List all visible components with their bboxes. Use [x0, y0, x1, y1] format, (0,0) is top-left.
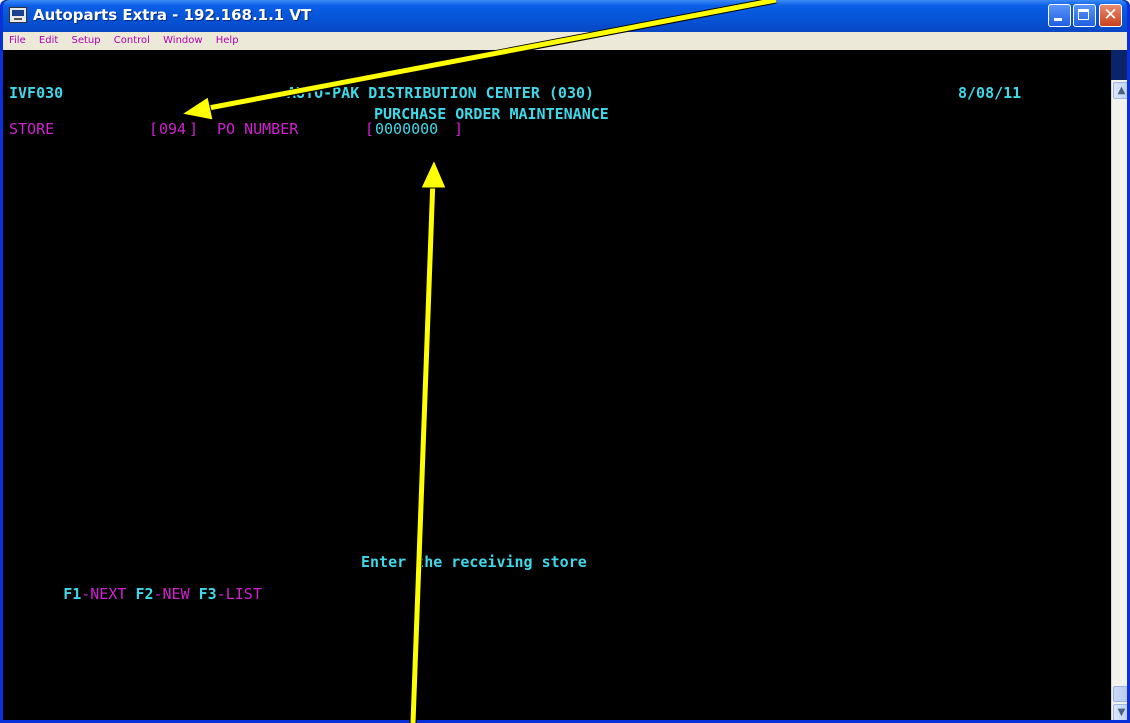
store-field[interactable]: 094 — [159, 122, 186, 137]
screen-title: PURCHASE ORDER MAINTENANCE — [374, 105, 609, 123]
po-bracket-close: ] — [445, 120, 464, 138]
minimize-button[interactable] — [1048, 4, 1071, 27]
po-number-field[interactable]: 0000000 — [375, 122, 438, 137]
store-label: STORE — [9, 120, 55, 138]
menu-help[interactable]: Help — [216, 32, 239, 50]
menu-edit[interactable]: Edit — [39, 32, 58, 50]
function-key-bar: F1-NEXT F2-NEW F3-LIST — [9, 573, 262, 615]
terminal-screen[interactable]: IVF030 AUTO-PAK DISTRIBUTION CENTER (030… — [3, 50, 1111, 720]
program-id: IVF030 — [9, 84, 64, 102]
store-bracket-close: ] — [189, 120, 199, 138]
app-window: Autoparts Extra - 192.168.1.1 VT ✕ File … — [0, 0, 1130, 723]
menu-setup[interactable]: Setup — [71, 32, 100, 50]
title-bar[interactable]: Autoparts Extra - 192.168.1.1 VT ✕ — [3, 0, 1127, 32]
prompt-message: Enter the receiving store — [361, 553, 587, 571]
fkey-f1[interactable]: F1 — [63, 585, 81, 603]
scroll-thumb[interactable] — [1113, 686, 1127, 702]
screen-date: 8/08/11 — [958, 84, 1022, 102]
menu-bar: File Edit Setup Control Window Help — [3, 32, 1127, 50]
store-bracket-open: [ — [149, 120, 159, 138]
po-number-label: PO NUMBER — [217, 120, 299, 138]
po-bracket-open: [ — [365, 120, 375, 138]
menu-window[interactable]: Window — [163, 32, 202, 50]
fkey-f3[interactable]: F3 — [199, 585, 217, 603]
vertical-scrollbar[interactable]: ▲ ▼ — [1111, 80, 1127, 720]
close-icon: ✕ — [1103, 5, 1118, 25]
chevron-down-icon[interactable]: ▼ — [1113, 704, 1127, 720]
fkey-f2-label: -NEW — [153, 585, 190, 603]
close-button[interactable]: ✕ — [1099, 4, 1122, 27]
chevron-up-icon[interactable]: ▲ — [1113, 82, 1127, 99]
terminal-app-icon[interactable] — [9, 7, 27, 23]
menu-control[interactable]: Control — [114, 32, 150, 50]
fkey-f2[interactable]: F2 — [135, 585, 153, 603]
menu-file[interactable]: File — [9, 32, 26, 50]
fkey-f1-label: -NEXT — [81, 585, 127, 603]
maximize-button[interactable] — [1073, 4, 1096, 27]
fkey-f3-label: -LIST — [216, 585, 262, 603]
center-title: AUTO-PAK DISTRIBUTION CENTER (030) — [287, 84, 595, 102]
window-title: Autoparts Extra - 192.168.1.1 VT — [33, 6, 312, 24]
